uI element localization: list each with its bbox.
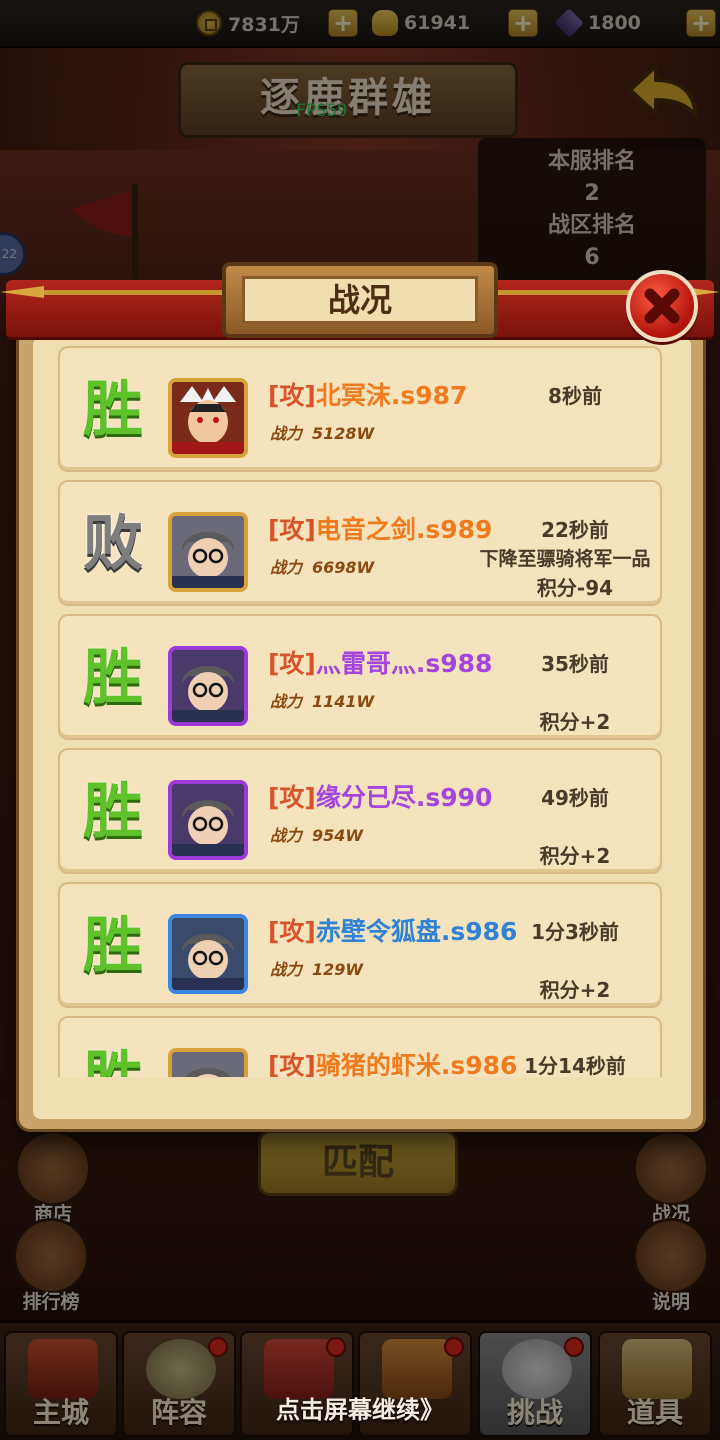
time-ago: 49秒前 xyxy=(541,786,609,810)
combat-power: 战力 5128W xyxy=(270,420,374,444)
attack-tag: [攻] xyxy=(268,381,316,410)
combat-power-label: 战力 xyxy=(270,424,303,443)
combat-power-value: 5128W xyxy=(312,424,375,443)
score-change: 积分+2 xyxy=(539,978,611,1002)
opponent-avatar[interactable] xyxy=(168,646,248,726)
attack-tag: [攻] xyxy=(268,917,316,946)
opponent-name[interactable]: [攻]灬雷哥灬.s988 xyxy=(268,644,492,680)
close-icon xyxy=(644,288,680,324)
tap-to-continue-hint[interactable]: 点击屏幕继续》 xyxy=(240,1390,480,1425)
attack-tag: [攻] xyxy=(268,649,316,678)
time-ago: 22秒前 xyxy=(541,518,609,542)
result-label: 胜 xyxy=(83,777,143,847)
dialog-title-plate: 战况 xyxy=(222,262,498,338)
battle-record-row[interactable]: 胜 [攻]赤壁令狐盘.s986 战力 129W 1分3秒前 积分+2 xyxy=(58,882,662,1008)
rank-change-text: 下降至骠骑将军一品 xyxy=(479,548,651,570)
close-button[interactable] xyxy=(626,270,698,342)
attack-tag: [攻] xyxy=(268,783,316,812)
opponent-name[interactable]: [攻]缘分已尽.s990 xyxy=(268,778,492,814)
attack-tag: [攻] xyxy=(268,515,316,544)
result-label: 败 xyxy=(83,509,143,579)
opponent-name[interactable]: [攻]电音之剑.s989 xyxy=(268,510,492,546)
battle-record-row[interactable]: 胜 [攻]北冥沫.s987 战力 5128W 8秒前 xyxy=(58,346,662,472)
result-label: 胜 xyxy=(83,911,143,981)
time-ago: 35秒前 xyxy=(541,652,609,676)
battle-record-row[interactable]: 败 [攻]电音之剑.s989 战力 6698W 22秒前 下降至骠骑将军一品 积分… xyxy=(58,480,662,606)
time-ago: 1分14秒前 xyxy=(524,1054,626,1077)
opponent-name-text: 赤壁令狐盘.s986 xyxy=(315,917,518,946)
opponent-avatar[interactable] xyxy=(168,780,248,860)
opponent-name-text: 北冥沫.s987 xyxy=(315,381,468,410)
combat-power: 战力 1141W xyxy=(270,688,374,712)
glasses-avatar-icon xyxy=(172,918,244,990)
opponent-name-text: 骑猪的虾米.s986 xyxy=(315,1051,518,1077)
result-label: 胜 xyxy=(78,1040,148,1077)
combat-power-value: 129W xyxy=(312,960,364,979)
battle-record-list[interactable]: 胜 [攻]北冥沫.s987 战力 5128W 8秒前 败 [攻]电音之剑.s98… xyxy=(58,346,662,1077)
combat-power-value: 6698W xyxy=(312,558,375,577)
battle-record-row[interactable]: 胜 [攻]骑猪的虾米.s986 1分14秒前 xyxy=(58,1016,662,1077)
opponent-name[interactable]: [攻]北冥沫.s987 xyxy=(268,376,467,412)
opponent-name[interactable]: [攻]赤壁令狐盘.s986 xyxy=(268,912,517,948)
warrior-avatar-icon xyxy=(172,382,244,454)
score-change: 积分+2 xyxy=(539,844,611,868)
opponent-avatar[interactable] xyxy=(168,512,248,592)
opponent-avatar[interactable] xyxy=(168,378,248,458)
score-change: 积分-94 xyxy=(536,576,614,600)
battle-record-row[interactable]: 胜 [攻]缘分已尽.s990 战力 954W 49秒前 积分+2 xyxy=(58,748,662,874)
time-ago: 1分3秒前 xyxy=(531,920,619,944)
combat-power-label: 战力 xyxy=(270,960,303,979)
combat-power: 战力 954W xyxy=(270,822,363,846)
glasses-avatar-icon xyxy=(172,784,244,856)
dialog-title: 战况 xyxy=(242,276,478,324)
glasses-avatar-icon xyxy=(172,516,244,588)
combat-power-label: 战力 xyxy=(270,558,303,577)
opponent-name[interactable]: [攻]骑猪的虾米.s986 xyxy=(268,1046,517,1077)
combat-power: 战力 6698W xyxy=(270,554,374,578)
attack-tag: [攻] xyxy=(268,1051,316,1077)
combat-power-label: 战力 xyxy=(270,826,303,845)
opponent-name-text: 电音之剑.s989 xyxy=(315,515,493,544)
glasses-avatar-icon xyxy=(172,650,244,722)
opponent-avatar[interactable] xyxy=(168,1048,248,1077)
score-change: 积分+2 xyxy=(539,710,611,734)
result-label: 胜 xyxy=(83,375,143,445)
combat-power-label: 战力 xyxy=(270,692,303,711)
combat-power-value: 954W xyxy=(312,826,364,845)
result-label: 胜 xyxy=(83,643,143,713)
combat-power-value: 1141W xyxy=(312,692,375,711)
opponent-avatar[interactable] xyxy=(168,914,248,994)
opponent-name-text: 缘分已尽.s990 xyxy=(315,783,493,812)
time-ago: 8秒前 xyxy=(548,384,602,408)
opponent-name-text: 灬雷哥灬.s988 xyxy=(315,649,493,678)
glasses-avatar-icon xyxy=(172,1052,244,1077)
combat-power: 战力 129W xyxy=(270,956,363,980)
battle-record-row[interactable]: 胜 [攻]灬雷哥灬.s988 战力 1141W 35秒前 积分+2 xyxy=(58,614,662,740)
